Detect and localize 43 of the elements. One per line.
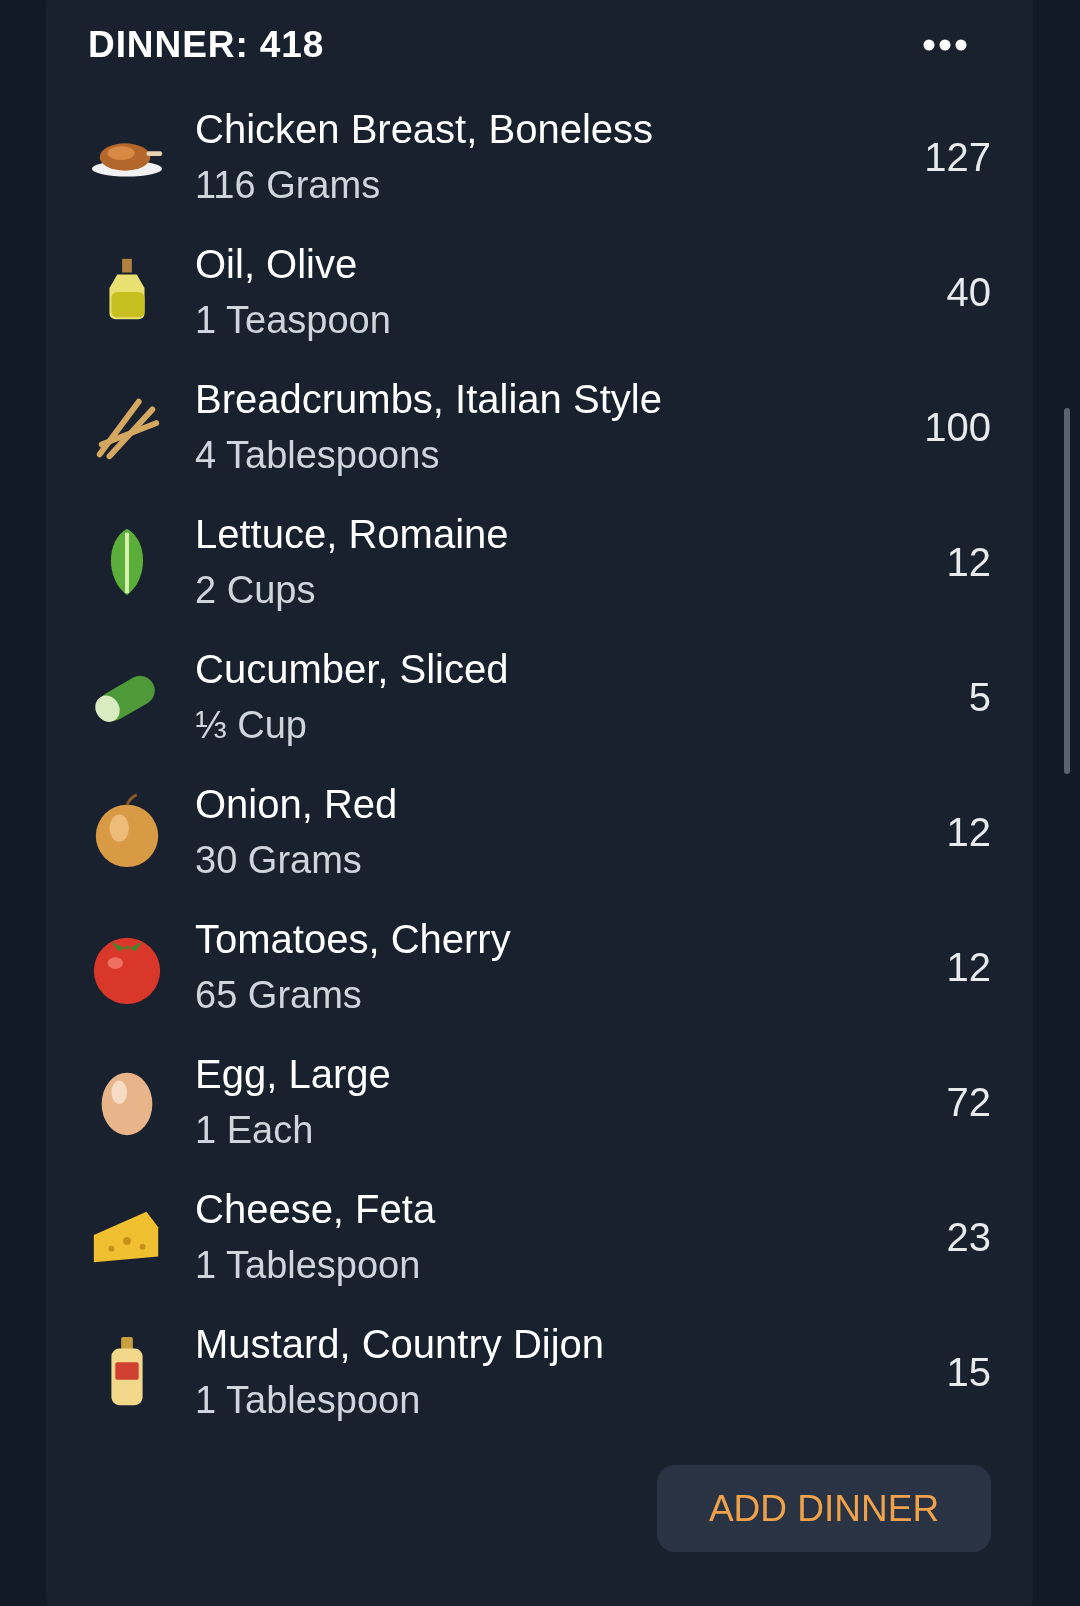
food-amount: 1 Tablespoon [195,1377,422,1423]
food-row[interactable]: Mustard, Country Dijon 1 Tablespoon 15 [88,1304,991,1439]
calorie-count: 72 [946,1078,991,1126]
food-row[interactable]: Tomatoes, Cherry 65 Grams 12 [88,899,991,1034]
food-row[interactable]: Egg, Large 1 Each 72 [88,1034,991,1169]
calorie-count: 15 [946,1348,991,1396]
food-amount: 116 Grams [195,162,382,208]
food-name: Cheese, Feta [195,1185,437,1233]
food-amount: 1 Each [195,1107,315,1153]
add-dinner-button[interactable]: ADD DINNER [657,1465,991,1552]
food-name: Egg, Large [195,1050,392,1098]
food-row[interactable]: Cheese, Feta 1 Tablespoon 23 [88,1169,991,1304]
calorie-count: 12 [946,943,991,991]
food-amount: ⅓ Cup [195,702,308,748]
calorie-count: 23 [946,1213,991,1261]
food-row[interactable]: Oil, Olive 1 Teaspoon 40 [88,224,991,359]
food-amount: 65 Grams [195,972,363,1018]
food-name: Chicken Breast, Boneless [195,105,654,153]
calorie-count: 12 [946,808,991,856]
food-row[interactable]: Chicken Breast, Boneless 116 Grams 127 [88,89,991,224]
calorie-count: 40 [946,268,991,316]
meal-title: DINNER: 418 [88,23,325,68]
food-amount: 1 Teaspoon [195,297,392,343]
calorie-count: 100 [924,403,991,451]
food-amount: 30 Grams [195,837,363,883]
food-name: Oil, Olive [195,240,359,288]
food-name: Breadcrumbs, Italian Style [195,375,663,423]
food-name: Mustard, Country Dijon [195,1320,606,1368]
food-amount: 1 Tablespoon [195,1242,422,1288]
food-row[interactable]: Onion, Red 30 Grams 12 [88,764,991,899]
calorie-count: 127 [924,133,991,181]
food-name: Lettuce, Romaine [195,510,510,558]
food-row[interactable]: Breadcrumbs, Italian Style 4 Tablespoons 100 [88,359,991,494]
calorie-count: 5 [968,673,991,721]
food-name: Cucumber, Sliced [195,645,510,693]
food-name: Tomatoes, Cherry [195,915,512,963]
food-name: Onion, Red [195,780,399,828]
food-amount: 4 Tablespoons [195,432,441,478]
food-amount: 2 Cups [195,567,317,613]
food-row[interactable]: Cucumber, Sliced ⅓ Cup 5 [88,629,991,764]
food-row[interactable]: Lettuce, Romaine 2 Cups 12 [88,494,991,629]
calorie-count: 12 [946,538,991,586]
more-icon[interactable] [923,39,967,51]
